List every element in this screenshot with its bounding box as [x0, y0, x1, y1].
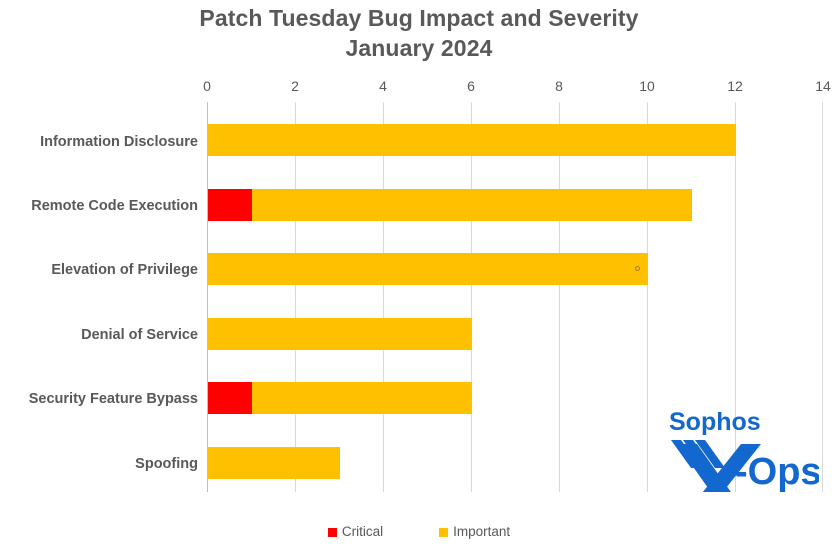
- y-axis-line: [207, 102, 208, 492]
- x-tick-label-8: 8: [555, 78, 563, 94]
- gridline-6: [471, 102, 472, 492]
- chart-title: Patch Tuesday Bug Impact and Severity Ja…: [0, 3, 838, 63]
- category-label-information-disclosure: Information Disclosure: [40, 134, 198, 150]
- bar-segment-critical[interactable]: [208, 382, 252, 414]
- category-label-denial-of-service: Denial of Service: [81, 327, 198, 343]
- gridline-2: [295, 102, 296, 492]
- legend-label-critical: Critical: [341, 524, 384, 539]
- y-axis-category-labels: Information Disclosure Remote Code Execu…: [0, 102, 198, 492]
- chart-subtitle: January 2024: [345, 35, 493, 61]
- x-tick-label-6: 6: [467, 78, 475, 94]
- gridline-14: [822, 102, 823, 492]
- bar-segment-important[interactable]: [208, 124, 736, 156]
- x-tick-label-14: 14: [815, 78, 831, 94]
- x-tick-label-2: 2: [291, 78, 299, 94]
- chart-container: Patch Tuesday Bug Impact and Severity Ja…: [0, 0, 838, 546]
- x-tick-label-12: 12: [727, 78, 743, 94]
- category-label-spoofing: Spoofing: [135, 456, 198, 472]
- gridline-10: [647, 102, 648, 492]
- x-tick-label-10: 10: [639, 78, 655, 94]
- category-label-remote-code-execution: Remote Code Execution: [31, 198, 198, 214]
- bar-segment-important[interactable]: [252, 189, 692, 221]
- logo-brand-text: Sophos: [669, 408, 761, 436]
- bar-segment-important[interactable]: [208, 253, 648, 285]
- chart-title-main: Patch Tuesday Bug Impact and Severity: [199, 5, 639, 31]
- chart-legend: Critical Important: [0, 524, 838, 540]
- gridline-4: [383, 102, 384, 492]
- data-point-marker: [635, 266, 640, 271]
- logo-product-text: -Ops: [735, 451, 819, 492]
- sophos-x-ops-logo: Sophos -Ops: [667, 404, 822, 512]
- bar-segment-critical[interactable]: [208, 189, 252, 221]
- x-tick-label-0: 0: [203, 78, 211, 94]
- gridline-8: [559, 102, 560, 492]
- category-label-security-feature-bypass: Security Feature Bypass: [28, 391, 198, 407]
- legend-item-critical[interactable]: Critical: [327, 524, 384, 540]
- bar-segment-important[interactable]: [208, 318, 472, 350]
- bar-segment-important[interactable]: [208, 447, 340, 479]
- x-tick-label-4: 4: [379, 78, 387, 94]
- sophos-x-ops-logo-icon: Sophos -Ops: [669, 408, 822, 512]
- legend-item-important[interactable]: Important: [439, 524, 510, 540]
- legend-swatch-important: [439, 528, 449, 537]
- bar-segment-important[interactable]: [252, 382, 472, 414]
- category-label-elevation-of-privilege: Elevation of Privilege: [51, 262, 198, 278]
- legend-label-important: Important: [453, 524, 511, 539]
- legend-swatch-critical: [327, 528, 337, 537]
